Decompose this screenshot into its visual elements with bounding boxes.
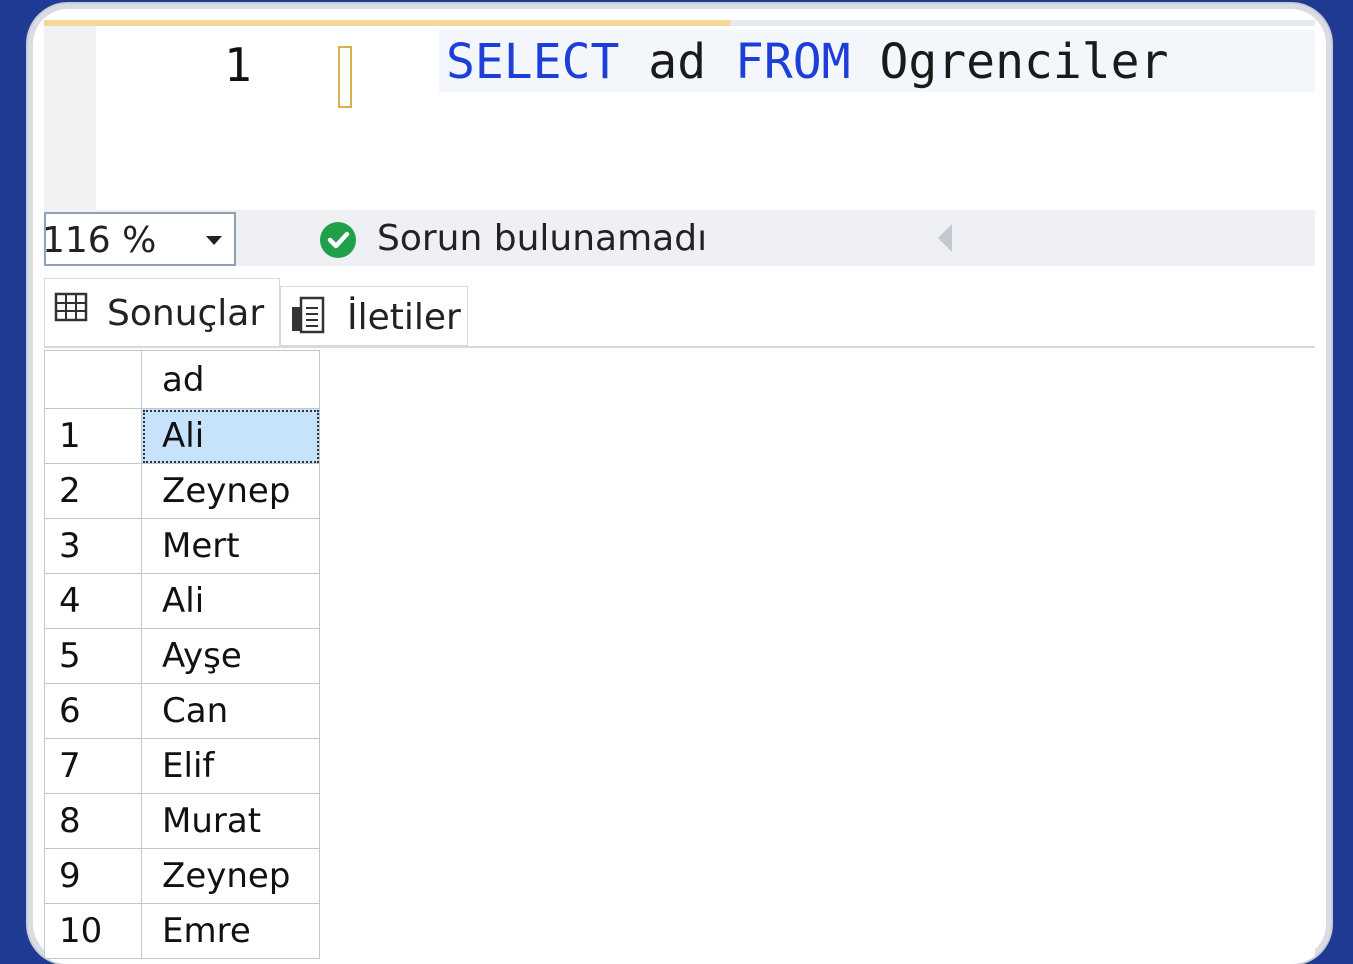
code-keyword: FROM [734,34,851,90]
tab-messages-label: İletiler [347,297,461,338]
row-number[interactable]: 7 [44,738,143,794]
grid-icon [53,289,89,334]
grid-cell[interactable]: Emre [141,903,320,959]
code-keyword: SELECT [446,34,620,90]
result-tabs: Sonuçlar İletiler [44,278,1315,348]
table-row[interactable]: 9 Zeynep [44,848,320,904]
table-row[interactable]: 5 Ayşe [44,628,320,684]
row-number[interactable]: 1 [44,408,143,464]
zoom-value: 116 % [44,220,157,261]
table-row[interactable]: 6 Can [44,683,320,739]
change-indicator [338,46,352,108]
table-row[interactable]: 8 Murat [44,793,320,849]
grid-cell[interactable]: Ali [141,573,320,629]
editor-top-bar [44,20,1315,26]
table-row[interactable]: 3 Mert [44,518,320,574]
grid-cell[interactable]: Mert [141,518,320,574]
row-number[interactable]: 3 [44,518,143,574]
tab-divider [44,346,1315,348]
grid-cell[interactable]: Ali [141,408,320,464]
window-frame: 1 SELECT ad FROM Ogrenciler 116 % Sorun … [28,4,1331,964]
check-circle-icon [320,222,356,258]
grid-cell[interactable]: Zeynep [141,463,320,519]
tab-messages[interactable]: İletiler [280,286,468,346]
scroll-left-icon[interactable] [938,224,952,252]
editor-gutter [44,26,96,210]
table-row[interactable]: 1 Ali [44,408,320,464]
grid-cell[interactable]: Ayşe [141,628,320,684]
tab-results[interactable]: Sonuçlar [44,278,280,346]
row-number[interactable]: 4 [44,573,143,629]
row-number[interactable]: 9 [44,848,143,904]
table-row[interactable]: 10 Emre [44,903,320,959]
chevron-down-icon[interactable] [206,236,222,245]
results-grid: ad 1 Ali 2 Zeynep 3 Mert 4 Ali 5 Ayşe 6 Can 7 Elif 8 Mu… [44,350,320,959]
row-number[interactable]: 6 [44,683,143,739]
code-identifier: Ogrenciler [850,34,1169,90]
code-line[interactable]: SELECT ad FROM Ogrenciler [446,34,1168,90]
tab-results-label: Sonuçlar [107,293,265,334]
line-number: 1 [224,38,252,92]
grid-cell[interactable]: Can [141,683,320,739]
editor-status-bar: 116 % Sorun bulunamadı [44,210,1315,266]
grid-cell[interactable]: Murat [141,793,320,849]
row-number[interactable]: 10 [44,903,143,959]
row-number[interactable]: 2 [44,463,143,519]
zoom-dropdown[interactable]: 116 % [44,212,236,266]
code-identifier: ad [619,34,735,90]
table-row[interactable]: 7 Elif [44,738,320,794]
grid-header-row: ad [44,350,320,409]
table-row[interactable]: 4 Ali [44,573,320,629]
query-window: 1 SELECT ad FROM Ogrenciler 116 % Sorun … [44,20,1315,964]
column-header-ad[interactable]: ad [141,350,320,409]
query-editor[interactable]: 1 SELECT ad FROM Ogrenciler [44,20,1315,210]
grid-cell[interactable]: Zeynep [141,848,320,904]
table-row[interactable]: 2 Zeynep [44,463,320,519]
messages-icon [289,295,329,346]
status-message: Sorun bulunamadı [377,218,708,259]
row-number-header[interactable] [44,350,143,409]
row-number[interactable]: 8 [44,793,143,849]
grid-cell[interactable]: Elif [141,738,320,794]
row-number[interactable]: 5 [44,628,143,684]
